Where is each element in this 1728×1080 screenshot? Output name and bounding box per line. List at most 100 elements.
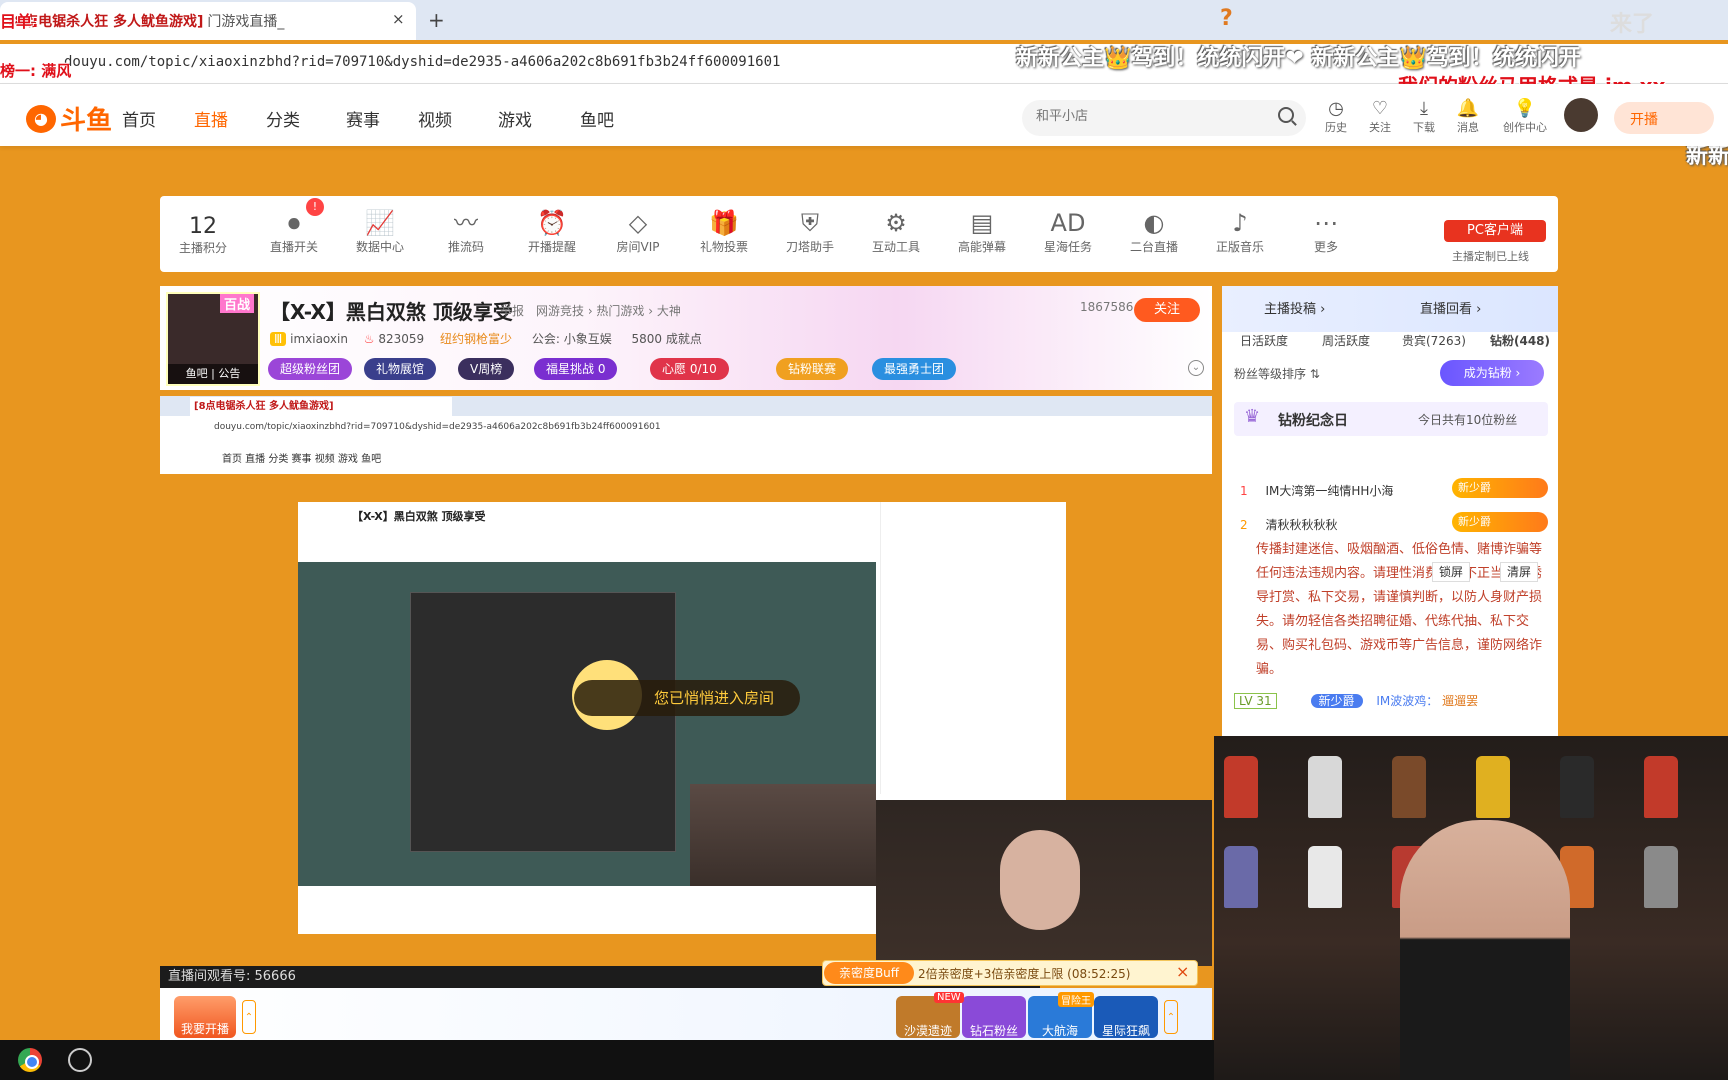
douyu-logo[interactable]: ◕ 斗鱼 [26,100,112,137]
tool-hd-danmu[interactable]: ▤ 高能弹幕 [942,208,1022,255]
tool-music[interactable]: ♪ 正版音乐 [1200,208,1280,255]
start-stream-button[interactable]: 我要开播 [174,996,236,1038]
room-pill[interactable]: 福星挑战 0 [534,358,618,380]
new-tab-icon[interactable]: + [428,8,445,32]
browser-tab[interactable]: [8点电锯杀人狂 多人鱿鱼游戏] 门游戏直播_ [0,2,416,40]
tool-label: 正版音乐 [1215,240,1264,254]
hd-danmu-icon: ▤ [970,209,994,237]
history-icon[interactable]: ◷ 历史 [1316,98,1356,135]
tool-gift-vote[interactable]: 🎁 礼物投票 [684,208,764,255]
streamer-face [1000,830,1080,930]
follow-button[interactable]: 关注 [1134,298,1200,322]
chat-message[interactable]: LV 31 新少爵 IM波波鸡： 遛遛罢 [1234,692,1478,709]
nav-video[interactable]: 视频 [418,106,452,131]
collapse-left-icon[interactable]: ⌃ [242,1000,256,1034]
tab-diamond[interactable]: 钻粉(448) [1490,332,1550,349]
lock-screen-button[interactable]: 锁屏 [1432,562,1471,582]
tool-tower-helper[interactable]: ⛨ 刀塔助手 [770,208,850,255]
room-pill[interactable]: 礼物展馆 [364,358,437,380]
buff-tag: 亲密度Buff [824,962,914,984]
anchor-posts-link[interactable]: 主播投稿 › [1264,298,1325,317]
chat-text: 遛遛罢 [1442,694,1479,708]
rank-row[interactable]: 2 清秋秋秋秋秋 [1240,516,1337,533]
search-icon[interactable] [1278,107,1294,123]
tool-stream-code[interactable]: 〰推流码 [426,208,506,255]
search-box[interactable] [1022,100,1306,136]
close-icon[interactable]: × [1176,962,1189,981]
anniversary-title: 钻粉纪念日 [1278,413,1348,429]
nav-events[interactable]: 赛事 [346,106,380,131]
nav-games[interactable]: 游戏 [498,106,532,131]
room-pill[interactable]: 最强勇士团 [872,358,957,380]
user-level: LV 31 [1234,693,1277,709]
creator-icon[interactable]: 💡 创作中心 [1500,98,1550,135]
rank-row[interactable]: 1 IM大湾第一纯情HH小海 [1240,482,1393,499]
search-input[interactable] [1036,108,1256,123]
crown-icon: ♛ [1244,406,1261,427]
room-pill[interactable]: 心愿 0/10 [650,358,729,380]
tool-more[interactable]: ⋯ 更多 [1286,208,1366,255]
guild-info[interactable]: 公会: 小象互娱 [532,332,612,346]
room-pill[interactable]: V周榜 [458,358,515,380]
nav-home[interactable]: 首页 [122,106,156,131]
report-link[interactable]: 举报 [500,302,524,319]
tool-star-task[interactable]: AD 星海任务 [1028,208,1108,255]
expand-icon[interactable]: ⌄ [1188,360,1204,376]
star-task-icon: AD [1050,209,1086,237]
captured-url: douyu.com/topic/xiaoxinzbhd?rid=709710&d… [214,422,661,432]
tool-interact-tool[interactable]: ⚙ 互动工具 [856,208,936,255]
avatar-tag[interactable]: 鱼吧 | 公告 [168,364,258,384]
clear-screen-button[interactable]: 清屏 [1500,562,1539,582]
follow-icon[interactable]: ♡ 关注 [1360,98,1400,135]
pc-client-button[interactable]: PC客户端 [1444,220,1546,242]
data-center-icon: 📈 [365,209,395,237]
camera-feed-small [690,784,876,886]
bell-icon[interactable]: 🔔 消息 [1448,98,1488,135]
become-diamond-button[interactable]: 成为钻粉 › [1440,360,1544,386]
chrome-icon[interactable] [18,1048,42,1072]
nav-live[interactable]: 直播 [194,106,228,131]
level-icon: Ⅲ [270,332,287,346]
tool-live-switch[interactable]: ⏺ 直播开关 [254,208,334,255]
nav-fishbar[interactable]: 鱼吧 [580,106,614,131]
tool-dual-live[interactable]: ◐ 二台直播 [1114,208,1194,255]
anchor-score[interactable]: 12 主播积分 [168,214,238,256]
tool-data-center[interactable]: 📈 数据中心 [340,208,420,255]
game-entry[interactable]: 钻石粉丝 [962,996,1026,1038]
user-avatar[interactable] [1564,98,1598,132]
tab-title-rest: 门游戏直播_ [207,14,285,30]
tool-room-vip[interactable]: ◇ 房间VIP [598,208,678,255]
tool-live-reminder[interactable]: ⏰ 开播提醒 [512,208,592,255]
tab-daily[interactable]: 日活跃度 [1240,332,1288,349]
tool-label: 更多 [1313,240,1338,254]
toy-figure [1644,756,1678,818]
toy-figure [1560,756,1594,818]
obs-icon[interactable] [68,1048,92,1072]
buff-text: 2倍亲密度+3倍亲密度上限 (08:52:25) [918,967,1131,981]
rank-badge: 新少爵 [1452,512,1548,532]
room-pill[interactable]: 钻粉联赛 [776,358,849,380]
start-live-button[interactable]: 开播 [1614,102,1714,134]
tool-label: 开播提醒 [527,240,576,254]
url-text[interactable]: douyu.com/topic/xiaoxinzbhd?rid=709710&d… [64,54,780,70]
game-entry[interactable]: 星际狂飙 [1094,996,1158,1038]
tab-weekly[interactable]: 周活跃度 [1322,332,1370,349]
tab-close-icon[interactable]: × [392,10,405,28]
honor-tag: 纽约钢枪富少 [440,332,513,346]
tool-label: 二台直播 [1129,240,1178,254]
rank-number: 1 [1240,484,1248,498]
nav-category[interactable]: 分类 [266,106,300,131]
download-icon[interactable]: ⤓ 下载 [1404,98,1444,135]
adventure-tag: 冒险王 [1058,992,1094,1007]
replay-link[interactable]: 直播回看 › [1420,298,1481,317]
room-pill[interactable]: 超级粉丝团 [268,358,353,380]
collapse-right-icon[interactable]: ⌃ [1164,1000,1178,1034]
room-category[interactable]: 网游竞技 › 热门游戏 › 大神 [536,302,681,319]
anchor-name[interactable]: imxiaoxin [290,332,348,346]
toy-figure [1308,846,1342,908]
overlay-question: ? [1220,6,1233,31]
safety-notice: 传播封建迷信、吸烟酗酒、低俗色情、赌博诈骗等任何违法违规内容。请理性消费，以不正… [1222,538,1558,676]
room-vip-icon: ◇ [628,209,648,237]
sort-label[interactable]: 粉丝等级排序 ⇅ [1234,365,1320,382]
tab-vip[interactable]: 贵宾(7263) [1402,332,1466,349]
